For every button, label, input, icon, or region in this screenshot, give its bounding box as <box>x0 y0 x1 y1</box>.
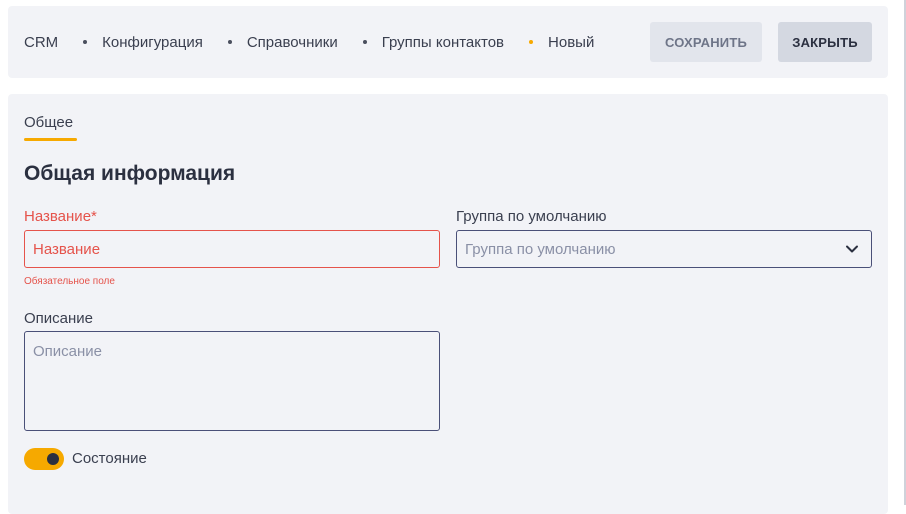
breadcrumb-contact-groups[interactable]: Группы контактов <box>382 34 504 51</box>
top-bar: CRM Конфигурация Справочники Группы конт… <box>8 6 888 78</box>
breadcrumb-separator <box>227 40 232 44</box>
description-label: Описание <box>24 310 94 327</box>
state-toggle[interactable] <box>24 448 64 470</box>
save-button[interactable]: СОХРАНИТЬ <box>650 22 762 62</box>
breadcrumb-crm[interactable]: CRM <box>24 34 58 51</box>
default-group-select[interactable]: Группа по умолчанию <box>456 230 872 268</box>
breadcrumb-separator <box>362 40 367 44</box>
breadcrumb-current: Новый <box>548 33 595 51</box>
close-button[interactable]: ЗАКРЫТЬ <box>778 22 872 62</box>
tab-active-indicator <box>24 138 77 141</box>
name-field-label: Название* <box>24 208 97 225</box>
breadcrumb-separator <box>83 40 88 44</box>
form-panel: Общее Общая информация Название* Названи… <box>8 94 888 514</box>
state-toggle-label: Состояние <box>72 450 147 467</box>
breadcrumb-current-dot <box>529 40 534 44</box>
breadcrumb: CRM Конфигурация Справочники Группы конт… <box>24 6 594 78</box>
tab-general[interactable]: Общее <box>24 114 73 131</box>
default-group-placeholder: Группа по умолчанию <box>465 240 616 258</box>
breadcrumb-configuration[interactable]: Конфигурация <box>102 34 203 51</box>
name-error-message: Обязательное поле <box>24 276 115 287</box>
chevron-down-icon[interactable] <box>845 242 859 256</box>
section-title: Общая информация <box>24 162 236 185</box>
default-group-label: Группа по умолчанию <box>456 208 607 225</box>
name-input[interactable]: Название <box>24 230 440 268</box>
description-textarea[interactable]: Описание <box>24 331 440 431</box>
toggle-knob <box>47 453 59 465</box>
breadcrumb-directories[interactable]: Справочники <box>247 34 338 51</box>
